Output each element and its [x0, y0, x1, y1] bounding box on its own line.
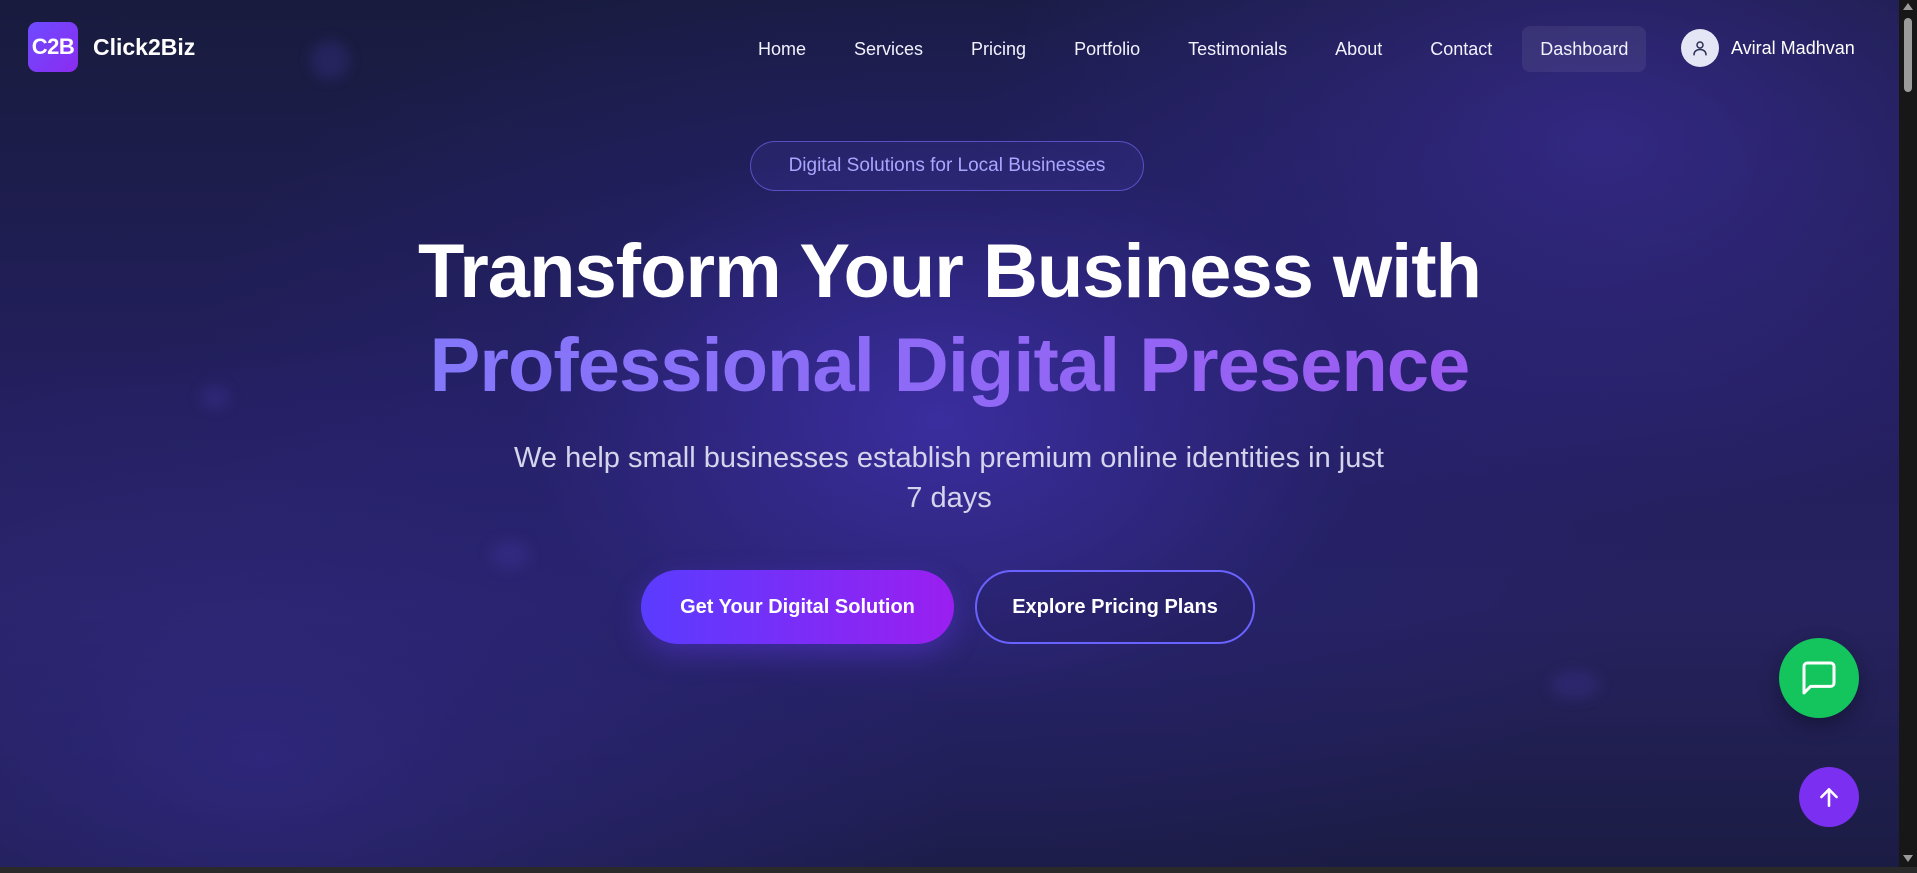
scrollbar-thumb[interactable]: [1904, 18, 1912, 92]
user-icon: [1681, 29, 1719, 67]
nav-links: Home Services Pricing Portfolio Testimon…: [734, 26, 1647, 72]
top-navbar: C2B Click2Biz Home Services Pricing Port…: [0, 0, 1899, 98]
scroll-down-arrow-icon[interactable]: [1903, 855, 1913, 862]
page-scrollbar[interactable]: [1899, 0, 1917, 867]
arrow-up-icon: [1820, 788, 1838, 807]
scroll-up-arrow-icon[interactable]: [1903, 3, 1913, 10]
hero-headline-line1: Transform Your Business with: [418, 229, 1482, 314]
user-name: Aviral Madhvan: [1731, 37, 1855, 58]
logo-badge[interactable]: C2B: [28, 22, 78, 72]
hero-headline-line2: Professional Digital Presence: [0, 322, 1899, 409]
background-glow: [490, 540, 530, 570]
nav-link-pricing[interactable]: Pricing: [947, 26, 1050, 72]
window-bottom-edge: [0, 867, 1917, 873]
user-menu[interactable]: Aviral Madhvan: [1681, 28, 1855, 68]
page-viewport: C2B Click2Biz Home Services Pricing Port…: [0, 0, 1899, 867]
nav-link-testimonials[interactable]: Testimonials: [1164, 26, 1311, 72]
hero-tagline-pill: Digital Solutions for Local Businesses: [750, 141, 1144, 191]
nav-link-about[interactable]: About: [1311, 26, 1406, 72]
nav-link-contact[interactable]: Contact: [1406, 26, 1516, 72]
chat-button[interactable]: [1779, 638, 1859, 718]
nav-link-portfolio[interactable]: Portfolio: [1050, 26, 1164, 72]
message-square-icon: [1802, 661, 1836, 695]
get-digital-solution-button[interactable]: Get Your Digital Solution: [641, 570, 954, 644]
explore-pricing-button[interactable]: Explore Pricing Plans: [975, 570, 1255, 644]
nav-link-home[interactable]: Home: [734, 26, 830, 72]
nav-link-dashboard[interactable]: Dashboard: [1522, 26, 1647, 72]
brand-name[interactable]: Click2Biz: [93, 34, 195, 61]
nav-link-services[interactable]: Services: [830, 26, 947, 72]
scroll-to-top-button[interactable]: [1799, 767, 1859, 827]
background-glow: [1550, 670, 1600, 700]
hero-subheading: We help small businesses establish premi…: [514, 442, 1384, 514]
